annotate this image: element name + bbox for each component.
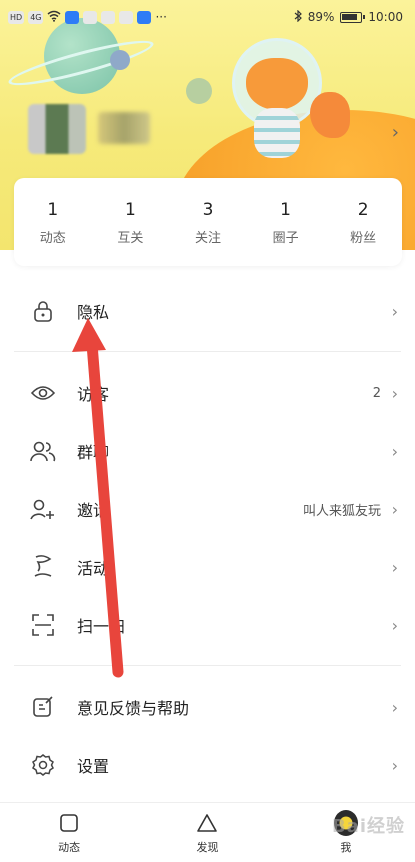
- signal-icon: 4G: [28, 10, 44, 24]
- invite-hint: 叫人来狐友玩: [302, 503, 381, 519]
- fox-mascot-body: [254, 108, 300, 158]
- bluetooth-icon: [294, 9, 302, 25]
- eye-icon: [30, 380, 56, 406]
- moon-decoration: [110, 50, 130, 70]
- edit-icon: [30, 694, 56, 720]
- menu-label: 设置: [77, 757, 110, 776]
- stat-fans[interactable]: 2 粉丝: [327, 199, 399, 246]
- lock-icon: [30, 298, 56, 324]
- more-notifications-icon: ···: [155, 10, 167, 24]
- stat-count: 2: [357, 199, 369, 220]
- avatar[interactable]: [28, 104, 86, 154]
- menu-item-settings[interactable]: 设置 ›: [0, 736, 415, 794]
- menu-item-invite[interactable]: 邀请 叫人来狐友玩 ›: [0, 480, 415, 538]
- clock: 10:00: [368, 10, 403, 24]
- square-icon: [57, 811, 81, 835]
- chevron-right-icon: ›: [391, 499, 398, 519]
- stat-label: 圈子: [272, 230, 299, 246]
- app-notification-icon: [83, 10, 98, 24]
- status-bar: HD 4G ··· 89% 10:00: [0, 0, 415, 34]
- nav-label: 发现: [196, 840, 219, 854]
- battery-percentage: 89%: [307, 10, 335, 24]
- chevron-right-icon: ›: [391, 441, 398, 461]
- stats-card: 1 动态 1 互关 3 关注 1 圈子 2 粉丝: [14, 178, 402, 266]
- chevron-right-icon: ›: [391, 615, 398, 635]
- stat-count: 1: [124, 199, 136, 220]
- add-person-icon: [30, 496, 56, 522]
- menu-label: 隐私: [77, 303, 110, 322]
- menu-item-privacy[interactable]: 隐私 ›: [0, 282, 415, 340]
- stat-posts[interactable]: 1 动态: [17, 199, 89, 246]
- nav-label: 动态: [58, 840, 81, 854]
- menu-item-feedback[interactable]: 意见反馈与帮助 ›: [0, 678, 415, 736]
- app-notification-icon: [65, 10, 80, 24]
- menu-label: 访客: [77, 385, 110, 404]
- stat-count: 3: [202, 199, 214, 220]
- app-notification-icon: [101, 10, 116, 24]
- menu-label: 扫一扫: [77, 617, 126, 636]
- fox-mascot-head: [246, 58, 308, 110]
- nav-tab-feed[interactable]: 动态: [24, 811, 114, 855]
- stat-mutual[interactable]: 1 互关: [94, 199, 166, 246]
- fox-mascot-tail: [310, 92, 350, 138]
- battery-icon: [340, 11, 366, 23]
- hd-icon: HD: [8, 10, 25, 24]
- wifi-icon: [47, 10, 61, 25]
- chevron-right-icon: ›: [391, 557, 398, 577]
- menu-label: 意见反馈与帮助: [77, 699, 190, 718]
- nav-label: 我: [340, 840, 352, 854]
- menu-label: 活动: [77, 559, 110, 578]
- section-divider: [14, 351, 401, 352]
- visitor-count: 2: [372, 385, 381, 401]
- flag-icon: [30, 554, 56, 580]
- stat-following[interactable]: 3 关注: [172, 199, 244, 246]
- stat-label: 动态: [39, 230, 66, 246]
- status-icons-right: 89% 10:00: [294, 9, 403, 25]
- chevron-right-icon[interactable]: ›: [392, 122, 399, 143]
- menu-item-group-chat[interactable]: 群聊 ›: [0, 422, 415, 480]
- section-divider: [14, 665, 401, 666]
- menu-item-scan[interactable]: 扫一扫 ›: [0, 596, 415, 654]
- search-app-icon: [137, 10, 152, 24]
- stat-circles[interactable]: 1 圈子: [250, 199, 322, 246]
- stat-count: 1: [280, 199, 291, 220]
- chevron-right-icon: ›: [391, 755, 398, 775]
- triangle-icon: [195, 811, 219, 835]
- group-icon: [30, 438, 56, 464]
- menu-label: 邀请: [77, 501, 110, 520]
- username-blurred[interactable]: [98, 112, 150, 144]
- chevron-right-icon: ›: [391, 383, 398, 403]
- stat-label: 粉丝: [350, 230, 377, 246]
- stat-label: 关注: [194, 230, 221, 246]
- chevron-right-icon: ›: [391, 301, 398, 321]
- menu-label: 群聊: [77, 443, 110, 462]
- chevron-right-icon: ›: [391, 697, 398, 717]
- watermark: Bai经验: [331, 816, 405, 837]
- app-notification-icon: [119, 10, 134, 24]
- stat-label: 互关: [117, 230, 144, 246]
- status-icons-left: HD 4G ···: [8, 10, 167, 25]
- menu-item-visitors[interactable]: 访客 2 ›: [0, 364, 415, 422]
- stat-count: 1: [47, 199, 59, 220]
- menu-item-activity[interactable]: 活动 ›: [0, 538, 415, 596]
- scan-icon: [30, 612, 56, 638]
- nav-tab-discover[interactable]: 发现: [162, 811, 252, 855]
- moon-decoration: [186, 78, 212, 104]
- gear-icon: [30, 752, 56, 778]
